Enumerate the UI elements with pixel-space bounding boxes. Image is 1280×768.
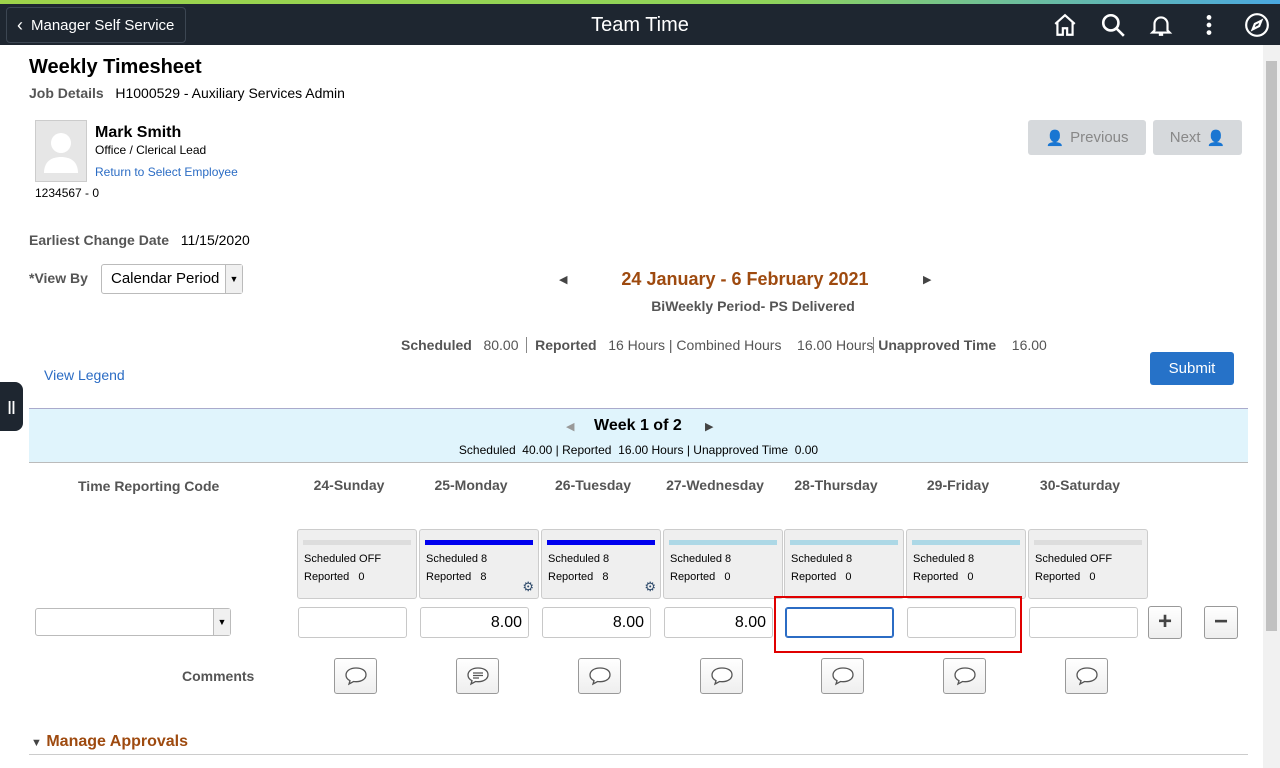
manage-approvals-toggle[interactable]: ▼ Manage Approvals [31,733,188,751]
day-header: 27-Wednesday [666,477,764,493]
time-input[interactable]: 8.00 [542,607,651,638]
comment-icon [1075,667,1098,686]
side-panel-toggle[interactable]: || [0,382,23,431]
status-bar [303,540,411,545]
view-by-label: *View By [29,270,88,286]
comment-icon [831,667,854,686]
day-header: 25-Monday [434,477,508,493]
trc-select[interactable]: ▼ [35,608,231,636]
next-week-arrow[interactable]: ▶ [705,420,713,433]
divider [29,754,1248,755]
comment-icon [588,667,611,686]
delete-row-button[interactable]: − [1204,606,1238,639]
day-summary-card: Scheduled OFF Reported 0 [1028,529,1148,599]
comment-button[interactable] [578,658,621,694]
day-header: 30-Saturday [1039,477,1121,493]
day-header: 24-Sunday [313,477,385,493]
time-input[interactable] [298,607,407,638]
status-bar [1034,540,1142,545]
return-to-select-employee-link[interactable]: Return to Select Employee [95,165,238,179]
day-header: 26-Tuesday [555,477,631,493]
view-by-select[interactable]: Calendar Period ▼ [101,264,243,294]
chevron-down-icon: ▼ [213,609,230,635]
job-details-label: Job Details [29,85,104,101]
chevron-down-icon: ▼ [225,265,242,293]
avatar [35,120,87,182]
page-title: Weekly Timesheet [29,56,202,78]
earliest-change-value: 11/15/2020 [180,232,250,248]
day-summary-card: Scheduled 8 Reported 8 ⚙ [419,529,539,599]
period-subtitle: BiWeekly Period- PS Delivered [651,298,855,314]
highlight-box [774,596,1022,653]
comment-filled-icon [466,667,489,686]
comment-button[interactable] [821,658,864,694]
gear-icon[interactable]: ⚙ [644,579,656,595]
day-summary-card: Scheduled OFF Reported 0 [297,529,417,599]
bell-icon[interactable] [1148,12,1174,38]
comment-icon [953,667,976,686]
search-icon[interactable] [1100,12,1126,38]
next-period-arrow[interactable]: ▶ [923,273,931,286]
submit-button[interactable]: Submit [1150,352,1234,385]
next-button[interactable]: Next 👤 [1153,120,1242,155]
previous-week-arrow[interactable]: ◀ [566,420,574,433]
trc-column-header: Time Reporting Code [78,478,220,494]
compass-icon[interactable] [1244,12,1270,38]
time-input[interactable]: 8.00 [664,607,773,638]
comment-button[interactable] [1065,658,1108,694]
comment-button[interactable] [456,658,499,694]
app-title: Team Time [591,14,689,36]
time-input[interactable]: 8.00 [420,607,529,638]
week-title: Week 1 of 2 [594,417,682,434]
status-bar [547,540,655,545]
comment-button[interactable] [700,658,743,694]
status-bar [669,540,777,545]
comment-button[interactable] [943,658,986,694]
status-bar [425,540,533,545]
more-vertical-icon[interactable] [1196,12,1222,38]
triangle-down-icon: ▼ [31,737,42,749]
day-summary-card: Scheduled 8 Reported 0 [663,529,783,599]
week-summary: Scheduled 40.00 | Reported 16.00 Hours |… [458,443,819,457]
period-title: 24 January - 6 February 2021 [621,269,869,289]
home-icon[interactable] [1052,12,1078,38]
day-summary-card: Scheduled 8 Reported 0 [784,529,904,599]
earliest-change-label: Earliest Change Date [29,232,170,248]
previous-period-arrow[interactable]: ◀ [559,273,567,286]
employee-name: Mark Smith [95,124,182,141]
day-header: 28-Thursday [794,477,878,493]
time-input[interactable] [1029,607,1138,638]
person-icon: 👤 [1045,129,1065,147]
comment-icon [710,667,733,686]
previous-button[interactable]: 👤 Previous [1028,120,1146,155]
comment-button[interactable] [334,658,377,694]
status-bar [790,540,898,545]
day-summary-card: Scheduled 8 Reported 8 ⚙ [541,529,661,599]
view-legend-link[interactable]: View Legend [44,367,125,383]
job-details-value: H1000529 - Auxiliary Services Admin [115,85,345,101]
employee-id: 1234567 - 0 [35,186,100,200]
person-icon: 👤 [1206,129,1226,147]
add-row-button[interactable]: + [1148,606,1182,639]
employee-title: Office / Clerical Lead [95,143,207,157]
period-summary: Scheduled 80.00 Reported 16 Hours | Comb… [401,337,1047,353]
day-summary-card: Scheduled 8 Reported 0 [906,529,1026,599]
gear-icon[interactable]: ⚙ [522,579,534,595]
status-bar [912,540,1020,545]
scrollbar[interactable] [1263,45,1280,768]
comment-icon [344,667,367,686]
comments-label: Comments [182,668,255,684]
day-header: 29-Friday [926,477,990,493]
